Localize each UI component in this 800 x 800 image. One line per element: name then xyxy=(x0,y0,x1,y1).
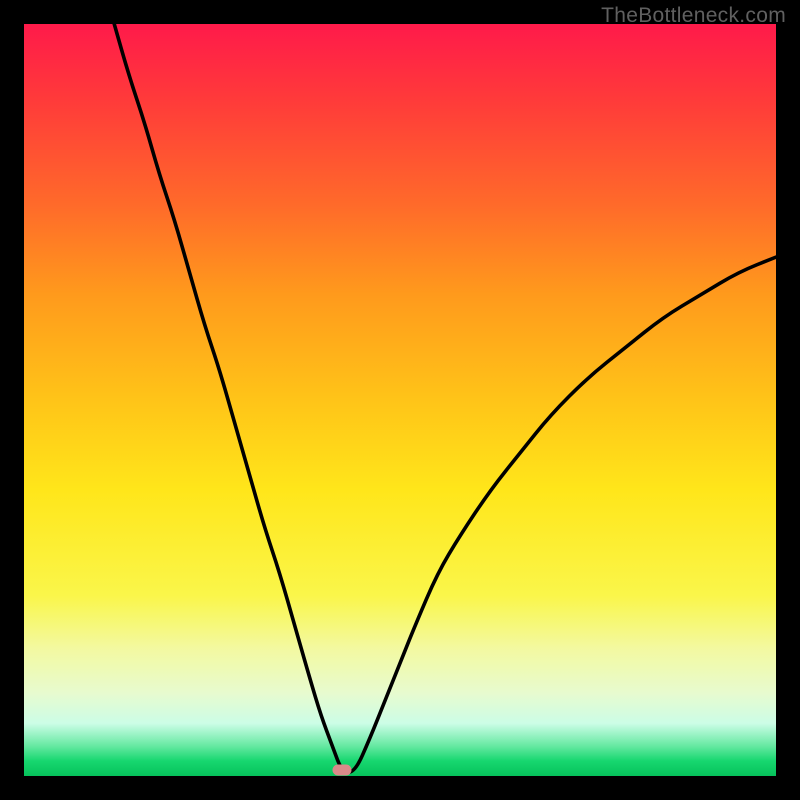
optimum-marker xyxy=(333,764,352,775)
watermark: TheBottleneck.com xyxy=(601,4,786,28)
chart-frame: TheBottleneck.com xyxy=(0,0,800,800)
plot-area xyxy=(24,24,776,776)
curve-path xyxy=(114,24,776,772)
bottleneck-curve xyxy=(24,24,776,776)
